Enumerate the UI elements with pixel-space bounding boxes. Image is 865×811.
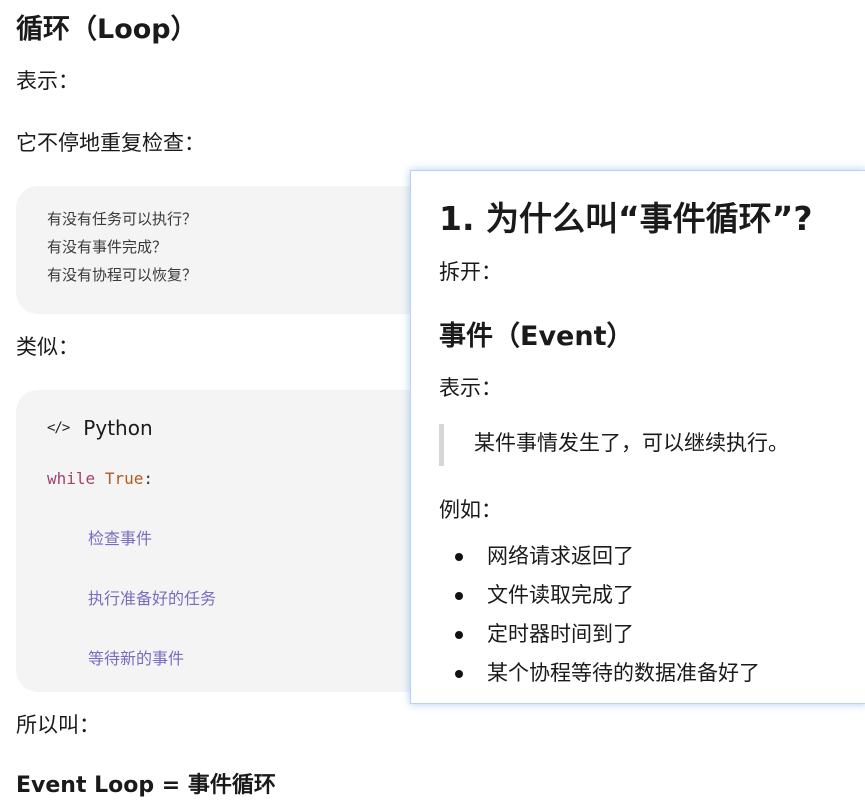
keeps-checking-text: 它不停地重复检查： — [16, 131, 205, 155]
check-list-block: 有没有任务可以执行？ 有没有事件完成？ 有没有协程可以恢复？ — [16, 186, 456, 314]
code-colon: : — [143, 469, 153, 488]
code-comment: 等待新的事件 — [88, 649, 185, 668]
list-item: 文件读取完成了 — [439, 576, 760, 615]
check-line: 有没有任务可以执行？ — [47, 210, 198, 228]
similar-label: 类似： — [16, 335, 79, 359]
check-line: 有没有协程可以恢复？ — [47, 266, 198, 284]
quote-text: 某件事情发生了，可以继续执行。 — [474, 431, 789, 455]
code-icon: </> — [47, 420, 70, 436]
code-language-header: </> Python — [47, 414, 153, 442]
event-heading: 事件（Event） — [439, 321, 634, 352]
section-heading-loop: 循环（Loop） — [16, 14, 198, 45]
check-line: 有没有事件完成？ — [47, 238, 168, 256]
list-item: 某个协程等待的数据准备好了 — [439, 654, 760, 693]
code-builtin: True — [104, 469, 144, 488]
example-list: 网络请求返回了 文件读取完成了 定时器时间到了 某个协程等待的数据准备好了 — [439, 537, 760, 693]
code-language-label: Python — [83, 416, 153, 440]
list-item: 定时器时间到了 — [439, 615, 760, 654]
conclusion-text: Event Loop = 事件循环 — [16, 773, 276, 798]
code-comment: 执行准备好的任务 — [88, 589, 217, 608]
repr-label: 表示： — [16, 69, 79, 93]
so-called-label: 所以叫： — [16, 713, 100, 737]
code-block: </> Python while True: 检查事件 执行准备好的任务 等待新… — [16, 390, 456, 692]
preview-popup[interactable]: 1. 为什么叫“事件循环”? 拆开： 事件（Event） 表示： 某件事情发生了… — [410, 170, 865, 704]
list-item: 网络请求返回了 — [439, 537, 760, 576]
split-label: 拆开： — [439, 260, 502, 284]
blockquote: 某件事情发生了，可以继续执行。 — [439, 424, 789, 466]
code-keyword: while — [47, 469, 96, 488]
popup-repr-label: 表示： — [439, 376, 502, 400]
code-comment: 检查事件 — [88, 529, 153, 548]
popup-title: 1. 为什么叫“事件循环”? — [439, 199, 813, 238]
example-label: 例如： — [439, 498, 502, 522]
code-line-while: while True: — [47, 468, 153, 490]
